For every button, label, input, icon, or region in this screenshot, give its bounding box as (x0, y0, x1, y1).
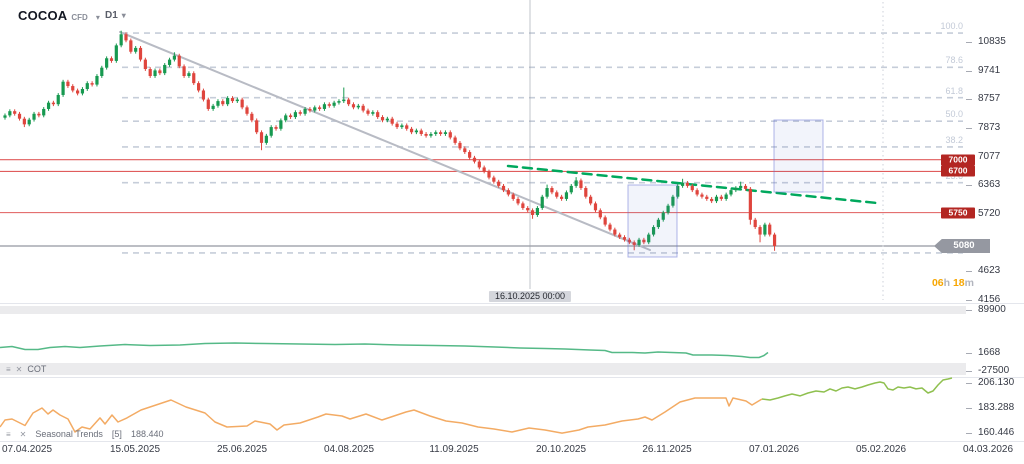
cot-pane-legend: ≡ ✕ COT (0, 363, 966, 375)
axis-tick-mark (966, 99, 972, 100)
projection-box[interactable] (628, 185, 677, 257)
close-icon[interactable]: ✕ (20, 430, 27, 439)
price-axis-tick: 7077 (978, 152, 1000, 162)
close-icon[interactable]: ✕ (16, 365, 23, 374)
axis-tick-mark (966, 408, 972, 409)
timeframe-selector[interactable]: D1 ▾ (105, 10, 126, 21)
indicator-axis-tick: 183.288 (978, 403, 1014, 413)
date-axis-tick: 04.08.2025 (324, 445, 374, 455)
price-axis-tick: 10835 (978, 37, 1006, 47)
gray-trendline[interactable] (120, 32, 650, 250)
fib-level-label: 38.2 (945, 135, 963, 145)
level-price-tag[interactable]: 7000 (941, 154, 975, 165)
fib-level-label: 50.0 (945, 109, 963, 119)
menu-icon[interactable]: ≡ (6, 365, 11, 374)
bar-close-countdown: 06h 18m (924, 277, 974, 289)
axis-tick-mark (966, 310, 972, 311)
axis-tick-mark (966, 42, 972, 43)
axis-tick-mark (966, 300, 972, 301)
indicator-axis-tick: 89900 (978, 305, 1006, 315)
seasonal-value: 188.440 (131, 429, 164, 439)
axis-tick-mark (966, 71, 972, 72)
symbol-name: COCOA (18, 8, 67, 23)
level-price-tag[interactable]: 5750 (941, 207, 975, 218)
level-price-tag[interactable]: 6700 (941, 166, 975, 177)
crosshair-date-label: 16.10.2025 00:00 (489, 291, 571, 302)
indicator-axis-tick: 160.446 (978, 428, 1014, 438)
seasonal-history-line (0, 398, 762, 433)
chevron-down-icon: ▾ (96, 13, 100, 22)
date-axis-tick: 11.09.2025 (429, 445, 478, 455)
fib-level-label: 100.0 (940, 21, 963, 31)
axis-tick-mark (966, 128, 972, 129)
axis-tick-mark (966, 371, 972, 372)
symbol-selector[interactable]: COCOA CFD ▾ (18, 8, 100, 23)
cot-pane-title: COT (27, 364, 46, 374)
indicator-axis-tick: -27500 (978, 366, 1009, 376)
date-axis-tick: 20.10.2025 (536, 445, 586, 455)
seasonal-pane-legend: ≡ ✕ Seasonal Trends [5] 188.440 (6, 429, 167, 439)
axis-tick-mark (966, 271, 972, 272)
trading-chart-window: COCOA CFD ▾ D1 ▾ ≡ ✕ COT ≡ ✕ Seasonal Tr… (0, 0, 1024, 464)
date-axis-tick: 04.03.2026 (963, 445, 1013, 455)
date-axis-tick: 25.06.2025 (217, 445, 267, 455)
projection-box[interactable] (774, 120, 823, 192)
axis-tick-mark (966, 185, 972, 186)
fib-retracement[interactable] (122, 33, 963, 253)
fib-level-label: 61.8 (945, 86, 963, 96)
price-axis-tick: 4623 (978, 266, 1000, 276)
price-axis-tick: 7873 (978, 123, 1000, 133)
price-axis-tick: 8757 (978, 94, 1000, 104)
axis-tick-mark (966, 383, 972, 384)
price-chart-canvas[interactable] (0, 0, 1024, 464)
timeframe-label: D1 (105, 10, 118, 21)
date-axis-tick: 26.11.2025 (642, 445, 691, 455)
current-price-tag: 5080 (934, 239, 990, 253)
axis-tick-mark (966, 433, 972, 434)
menu-icon[interactable]: ≡ (6, 430, 11, 439)
cot-indicator-line (0, 343, 768, 358)
price-axis-tick: 9741 (978, 66, 1000, 76)
axis-tick-mark (966, 353, 972, 354)
price-axis-tick: 5720 (978, 209, 1000, 219)
date-axis-tick: 05.02.2026 (856, 445, 906, 455)
date-axis-tick: 07.01.2026 (749, 445, 799, 455)
seasonal-projection-line (762, 378, 952, 400)
seasonal-param: [5] (112, 429, 122, 439)
indicator-axis-tick: 206.130 (978, 378, 1014, 388)
date-axis-tick: 07.04.2025 (2, 445, 52, 455)
instrument-type: CFD (71, 13, 87, 22)
fib-level-label: 78.6 (945, 55, 963, 65)
date-axis-tick: 15.05.2025 (110, 445, 160, 455)
price-axis-tick: 6363 (978, 180, 1000, 190)
seasonal-pane-title: Seasonal Trends (35, 429, 103, 439)
chevron-down-icon: ▾ (122, 11, 126, 20)
indicator-axis-tick: 1668 (978, 348, 1000, 358)
